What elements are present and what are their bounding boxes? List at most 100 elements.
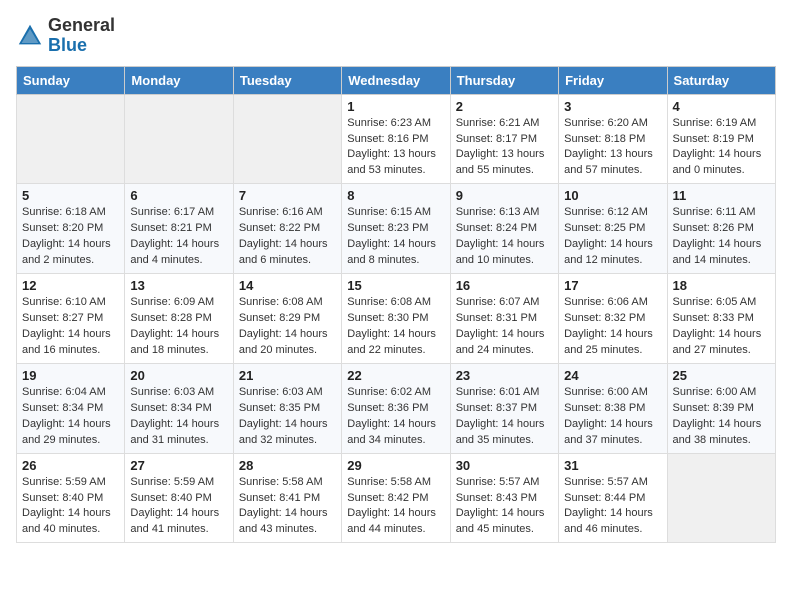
daylight-text: Daylight: 14 hours and 14 minutes. xyxy=(673,238,762,266)
daylight-text: Daylight: 14 hours and 45 minutes. xyxy=(456,507,545,535)
day-info: Sunrise: 6:09 AMSunset: 8:28 PMDaylight:… xyxy=(130,295,227,359)
day-info: Sunrise: 6:00 AMSunset: 8:39 PMDaylight:… xyxy=(673,385,770,449)
day-number: 18 xyxy=(673,278,770,293)
daylight-text: Daylight: 14 hours and 29 minutes. xyxy=(22,418,111,446)
day-info: Sunrise: 5:58 AM Sunset: 8:42 PM Daylight:… xyxy=(347,475,444,539)
day-info: Sunrise: 6:05 AM Sunset: 8:33 PM Daylight:… xyxy=(673,295,770,359)
sunset-text: Sunset: 8:42 PM xyxy=(347,492,428,504)
daylight-text: Daylight: 14 hours and 2 minutes. xyxy=(22,238,111,266)
sunset-text: Sunset: 8:39 PM xyxy=(673,402,754,414)
day-cell: 10Sunrise: 6:12 AMSunset: 8:25 PMDayligh… xyxy=(559,184,667,274)
day-info: Sunrise: 6:23 AMSunset: 8:16 PMDaylight:… xyxy=(347,116,444,180)
daylight-text: Daylight: 14 hours and 12 minutes. xyxy=(564,238,653,266)
daylight-text: Daylight: 14 hours and 8 minutes. xyxy=(347,238,436,266)
sunrise-text: Sunrise: 6:15 AM xyxy=(347,206,431,218)
day-info: Sunrise: 5:57 AMSunset: 8:44 PMDaylight:… xyxy=(564,475,661,539)
day-info: Sunrise: 5:58 AMSunset: 8:41 PMDaylight:… xyxy=(239,475,336,539)
day-cell: 23 Sunrise: 6:01 AMSunset: 8:37 PMDayligh… xyxy=(450,363,558,453)
sunrise-text: Sunrise: 6:08 AM xyxy=(347,296,431,308)
day-cell xyxy=(233,94,341,184)
sunset-text: Sunset: 8:26 PM xyxy=(673,222,754,234)
sunrise-text: Sunrise: 6:00 AM xyxy=(673,386,757,398)
day-info: Sunrise: 6:10 AMSunset: 8:27 PMDaylight:… xyxy=(22,295,119,359)
day-number: 27 xyxy=(130,458,227,473)
day-info: Sunrise: 5:57 AMSunset: 8:43 PMDaylight:… xyxy=(456,475,553,539)
daylight-text: Daylight: 14 hours and 43 minutes. xyxy=(239,507,328,535)
day-number: 2 xyxy=(456,99,553,114)
day-info: Sunrise: 5:59 AMSunset: 8:40 PMDaylight:… xyxy=(22,475,119,539)
day-number: 24 xyxy=(564,368,661,383)
day-info: Sunrise: 6:13 AMSunset: 8:24 PMDaylight:… xyxy=(456,205,553,269)
day-info: Sunrise: 6:04 AMSunset: 8:34 PMDaylight:… xyxy=(22,385,119,449)
sunset-text: Sunset: 8:33 PM xyxy=(673,312,754,324)
day-cell: 25Sunrise: 6:00 AMSunset: 8:39 PMDayligh… xyxy=(667,363,775,453)
sunrise-text: Sunrise: 6:21 AM xyxy=(456,117,540,129)
day-cell: 18 Sunrise: 6:05 AM Sunset: 8:33 PM Dayligh… xyxy=(667,274,775,364)
day-number: 26 xyxy=(22,458,119,473)
sunrise-text: Sunrise: 6:10 AM xyxy=(22,296,106,308)
day-info: Sunrise: 6:08 AMSunset: 8:29 PMDaylight:… xyxy=(239,295,336,359)
day-cell: 27 Sunrise: 5:59 AMSunset: 8:40 PMDayligh… xyxy=(125,453,233,543)
day-cell: 28 Sunrise: 5:58 AMSunset: 8:41 PMDayligh… xyxy=(233,453,341,543)
day-number: 16 xyxy=(456,278,553,293)
sunrise-text: Sunrise: 6:13 AM xyxy=(456,206,540,218)
day-number: 8 xyxy=(347,188,444,203)
day-info: Sunrise: 6:07 AMSunset: 8:31 PMDaylight:… xyxy=(456,295,553,359)
daylight-text: Daylight: 14 hours and 34 minutes. xyxy=(347,418,436,446)
day-info: Sunrise: 5:59 AMSunset: 8:40 PMDaylight:… xyxy=(130,475,227,539)
day-number: 23 xyxy=(456,368,553,383)
logo-icon xyxy=(16,22,44,50)
day-info: Sunrise: 6:15 AMSunset: 8:23 PMDaylight:… xyxy=(347,205,444,269)
sunrise-text: Sunrise: 6:03 AM xyxy=(239,386,323,398)
calendar-table: SundayMondayTuesdayWednesdayThursdayFrid… xyxy=(16,66,776,544)
col-header-thursday: Thursday xyxy=(450,66,558,94)
sunrise-text: Sunrise: 6:17 AM xyxy=(130,206,214,218)
day-number: 22 xyxy=(347,368,444,383)
sunrise-text: Sunrise: 6:23 AM xyxy=(347,117,431,129)
day-cell: 15Sunrise: 6:08 AMSunset: 8:30 PMDayligh… xyxy=(342,274,450,364)
day-info: Sunrise: 6:03 AMSunset: 8:34 PMDaylight:… xyxy=(130,385,227,449)
col-header-sunday: Sunday xyxy=(17,66,125,94)
sunset-text: Sunset: 8:34 PM xyxy=(130,402,211,414)
day-cell: 11Sunrise: 6:11 AMSunset: 8:26 PMDayligh… xyxy=(667,184,775,274)
sunrise-text: Sunrise: 5:57 AM xyxy=(564,476,648,488)
daylight-text: Daylight: 14 hours and 44 minutes. xyxy=(347,507,436,535)
sunrise-text: Sunrise: 6:18 AM xyxy=(22,206,106,218)
sunset-text: Sunset: 8:24 PM xyxy=(456,222,537,234)
day-number: 4 xyxy=(673,99,770,114)
day-number: 5 xyxy=(22,188,119,203)
day-cell: 19Sunrise: 6:04 AMSunset: 8:34 PMDayligh… xyxy=(17,363,125,453)
day-number: 13 xyxy=(130,278,227,293)
day-number: 1 xyxy=(347,99,444,114)
day-info: Sunrise: 6:19 AMSunset: 8:19 PMDaylight:… xyxy=(673,116,770,180)
daylight-text: Daylight: 14 hours and 35 minutes. xyxy=(456,418,545,446)
daylight-text: Daylight: 13 hours and 53 minutes. xyxy=(347,148,436,176)
day-number: 21 xyxy=(239,368,336,383)
day-info: Sunrise: 6:20 AMSunset: 8:18 PMDaylight:… xyxy=(564,116,661,180)
sunrise-text: Sunrise: 6:02 AM xyxy=(347,386,431,398)
logo: General Blue xyxy=(16,16,115,56)
day-number: 11 xyxy=(673,188,770,203)
day-number: 6 xyxy=(130,188,227,203)
day-info: Sunrise: 6:18 AMSunset: 8:20 PMDaylight:… xyxy=(22,205,119,269)
daylight-text: Daylight: 14 hours and 18 minutes. xyxy=(130,328,219,356)
day-number: 29 xyxy=(347,458,444,473)
daylight-text: Daylight: 13 hours and 57 minutes. xyxy=(564,148,653,176)
day-number: 3 xyxy=(564,99,661,114)
day-cell: 22Sunrise: 6:02 AMSunset: 8:36 PMDayligh… xyxy=(342,363,450,453)
col-header-tuesday: Tuesday xyxy=(233,66,341,94)
sunrise-text: Sunrise: 5:58 AM xyxy=(347,476,431,488)
day-cell: 6Sunrise: 6:17 AMSunset: 8:21 PMDaylight… xyxy=(125,184,233,274)
day-info: Sunrise: 6:01 AMSunset: 8:37 PMDaylight:… xyxy=(456,385,553,449)
daylight-text: Daylight: 14 hours and 27 minutes. xyxy=(673,328,762,356)
day-cell: 31Sunrise: 5:57 AMSunset: 8:44 PMDayligh… xyxy=(559,453,667,543)
week-row-1: 1 Sunrise: 6:23 AMSunset: 8:16 PMDaylight… xyxy=(17,94,776,184)
day-number: 28 xyxy=(239,458,336,473)
sunrise-text: Sunrise: 6:05 AM xyxy=(673,296,757,308)
day-info: Sunrise: 6:21 AMSunset: 8:17 PMDaylight:… xyxy=(456,116,553,180)
sunrise-text: Sunrise: 5:59 AM xyxy=(22,476,106,488)
day-number: 30 xyxy=(456,458,553,473)
col-header-wednesday: Wednesday xyxy=(342,66,450,94)
day-cell: 12Sunrise: 6:10 AMSunset: 8:27 PMDayligh… xyxy=(17,274,125,364)
day-cell xyxy=(17,94,125,184)
